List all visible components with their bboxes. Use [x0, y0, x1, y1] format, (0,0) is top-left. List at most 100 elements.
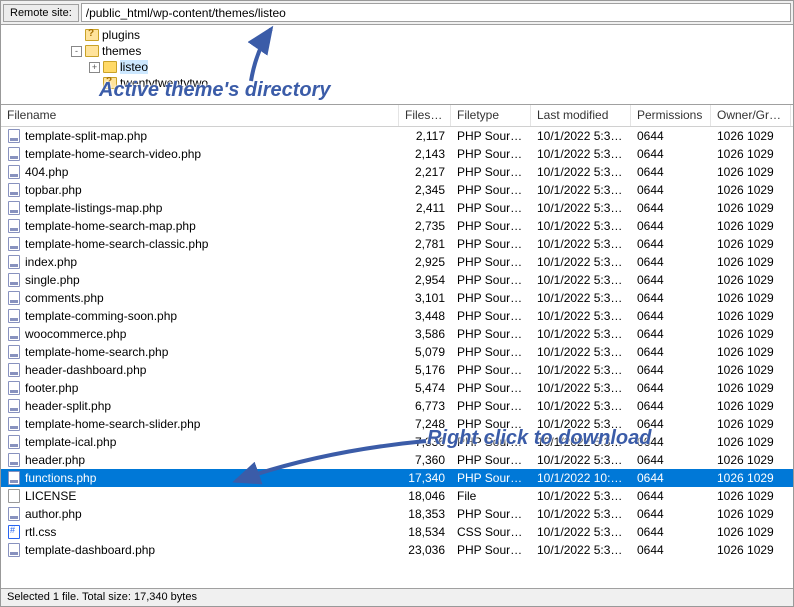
file-permissions: 0644: [631, 183, 711, 197]
file-row[interactable]: woocommerce.php3,586PHP Sourc...10/1/202…: [1, 325, 793, 343]
file-permissions: 0644: [631, 345, 711, 359]
file-owner: 1026 1029: [711, 543, 791, 557]
php-file-icon: [7, 363, 21, 377]
file-list-header[interactable]: Filename Filesize Filetype Last modified…: [1, 105, 793, 127]
file-type: CSS Sourc...: [451, 525, 531, 539]
file-row[interactable]: functions.php17,340PHP Sourc...10/1/2022…: [1, 469, 793, 487]
file-type: PHP Sourc...: [451, 219, 531, 233]
file-row[interactable]: template-listings-map.php2,411PHP Sourc.…: [1, 199, 793, 217]
file-name: template-home-search-map.php: [25, 219, 196, 233]
file-row[interactable]: rtl.css18,534CSS Sourc...10/1/2022 5:35:…: [1, 523, 793, 541]
file-name: template-home-search-classic.php: [25, 237, 208, 251]
tree-item-listeo[interactable]: +listeo: [5, 59, 789, 75]
file-permissions: 0644: [631, 273, 711, 287]
file-type: PHP Sourc...: [451, 237, 531, 251]
file-name: template-home-search.php: [25, 345, 168, 359]
php-file-icon: [7, 201, 21, 215]
file-name: footer.php: [25, 381, 78, 395]
php-file-icon: [7, 291, 21, 305]
file-row[interactable]: template-home-search-video.php2,143PHP S…: [1, 145, 793, 163]
file-size: 3,101: [399, 291, 451, 305]
php-file-icon: [7, 309, 21, 323]
file-row[interactable]: header.php7,360PHP Sourc...10/1/2022 5:3…: [1, 451, 793, 469]
file-type: PHP Sourc...: [451, 309, 531, 323]
file-row[interactable]: index.php2,925PHP Sourc...10/1/2022 5:35…: [1, 253, 793, 271]
file-row[interactable]: topbar.php2,345PHP Sourc...10/1/2022 5:3…: [1, 181, 793, 199]
file-row[interactable]: template-comming-soon.php 3,448PHP Sourc.…: [1, 307, 793, 325]
tree-item-themes[interactable]: -themes: [5, 43, 789, 59]
file-row[interactable]: template-ical.php7,336PHP Sourc...10/1/2…: [1, 433, 793, 451]
file-type: PHP Sourc...: [451, 255, 531, 269]
file-row[interactable]: template-home-search-map.php 2,735PHP Sou…: [1, 217, 793, 235]
folder-icon: [102, 76, 118, 90]
file-row[interactable]: header-dashboard.php5,176PHP Sourc...10/…: [1, 361, 793, 379]
file-type: PHP Sourc...: [451, 327, 531, 341]
php-file-icon: [7, 417, 21, 431]
php-file-icon: [7, 273, 21, 287]
tree-toggle-icon[interactable]: -: [71, 46, 82, 57]
file-modified: 10/1/2022 5:35:...: [531, 399, 631, 413]
file-row[interactable]: template-home-search.php5,079PHP Sourc..…: [1, 343, 793, 361]
file-size: 5,176: [399, 363, 451, 377]
file-type: PHP Sourc...: [451, 399, 531, 413]
file-name: template-comming-soon.php: [25, 309, 177, 323]
file-modified: 10/1/2022 5:35:...: [531, 327, 631, 341]
file-size: 2,143: [399, 147, 451, 161]
file-type: PHP Sourc...: [451, 165, 531, 179]
file-permissions: 0644: [631, 489, 711, 503]
file-type: PHP Sourc...: [451, 435, 531, 449]
file-type: PHP Sourc...: [451, 129, 531, 143]
file-modified: 10/1/2022 5:35:...: [531, 381, 631, 395]
file-row[interactable]: template-dashboard.php23,036PHP Sourc...…: [1, 541, 793, 559]
tree-item-plugins[interactable]: plugins: [5, 27, 789, 43]
file-row[interactable]: LICENSE18,046File10/1/2022 5:35:...06441…: [1, 487, 793, 505]
file-size: 5,474: [399, 381, 451, 395]
col-owner[interactable]: Owner/Group: [711, 105, 791, 126]
file-row[interactable]: author.php18,353PHP Sourc...10/1/2022 5:…: [1, 505, 793, 523]
tree-item-label: twentytwentytwo: [120, 76, 208, 90]
file-list[interactable]: Filename Filesize Filetype Last modified…: [1, 105, 793, 588]
file-owner: 1026 1029: [711, 237, 791, 251]
col-filetype[interactable]: Filetype: [451, 105, 531, 126]
file-size: 2,217: [399, 165, 451, 179]
file-modified: 10/1/2022 5:35:...: [531, 201, 631, 215]
file-row[interactable]: 404.php2,217PHP Sourc...10/1/2022 5:35:.…: [1, 163, 793, 181]
file-modified: 10/1/2022 5:35:...: [531, 237, 631, 251]
tree-item-twentytwentytwo[interactable]: twentytwentytwo: [5, 75, 789, 91]
file-modified: 10/1/2022 5:35:...: [531, 255, 631, 269]
remote-path-input[interactable]: [81, 3, 791, 22]
file-name: template-home-search-video.php: [25, 147, 201, 161]
file-owner: 1026 1029: [711, 273, 791, 287]
file-size: 17,340: [399, 471, 451, 485]
file-row[interactable]: footer.php5,474PHP Sourc...10/1/2022 5:3…: [1, 379, 793, 397]
file-row[interactable]: single.php2,954PHP Sourc...10/1/2022 5:3…: [1, 271, 793, 289]
col-modified[interactable]: Last modified: [531, 105, 631, 126]
php-file-icon: [7, 255, 21, 269]
file-row[interactable]: header-split.php6,773PHP Sourc...10/1/20…: [1, 397, 793, 415]
file-owner: 1026 1029: [711, 345, 791, 359]
php-file-icon: [7, 507, 21, 521]
remote-directory-tree[interactable]: plugins-themes+listeotwentytwentytwo: [1, 25, 793, 105]
file-row[interactable]: comments.php3,101PHP Sourc...10/1/2022 5…: [1, 289, 793, 307]
file-size: 2,925: [399, 255, 451, 269]
php-file-icon: [7, 345, 21, 359]
tree-item-label: plugins: [102, 28, 140, 42]
file-type: PHP Sourc...: [451, 507, 531, 521]
tree-toggle-icon[interactable]: +: [89, 62, 100, 73]
file-name: header-split.php: [25, 399, 111, 413]
file-modified: 10/1/2022 5:35:...: [531, 417, 631, 431]
file-row[interactable]: template-split-map.php2,117PHP Sourc...1…: [1, 127, 793, 145]
file-size: 2,345: [399, 183, 451, 197]
file-owner: 1026 1029: [711, 129, 791, 143]
php-file-icon: [7, 381, 21, 395]
file-row[interactable]: template-home-search-slider.php7,248PHP …: [1, 415, 793, 433]
file-size: 3,448: [399, 309, 451, 323]
col-filesize[interactable]: Filesize: [399, 105, 451, 126]
status-bar: Selected 1 file. Total size: 17,340 byte…: [1, 588, 793, 606]
col-permissions[interactable]: Permissions: [631, 105, 711, 126]
file-name: functions.php: [25, 471, 96, 485]
file-name: template-ical.php: [25, 435, 116, 449]
file-row[interactable]: template-home-search-classic.php2,781PHP…: [1, 235, 793, 253]
file-size: 2,735: [399, 219, 451, 233]
col-filename[interactable]: Filename: [1, 105, 399, 126]
